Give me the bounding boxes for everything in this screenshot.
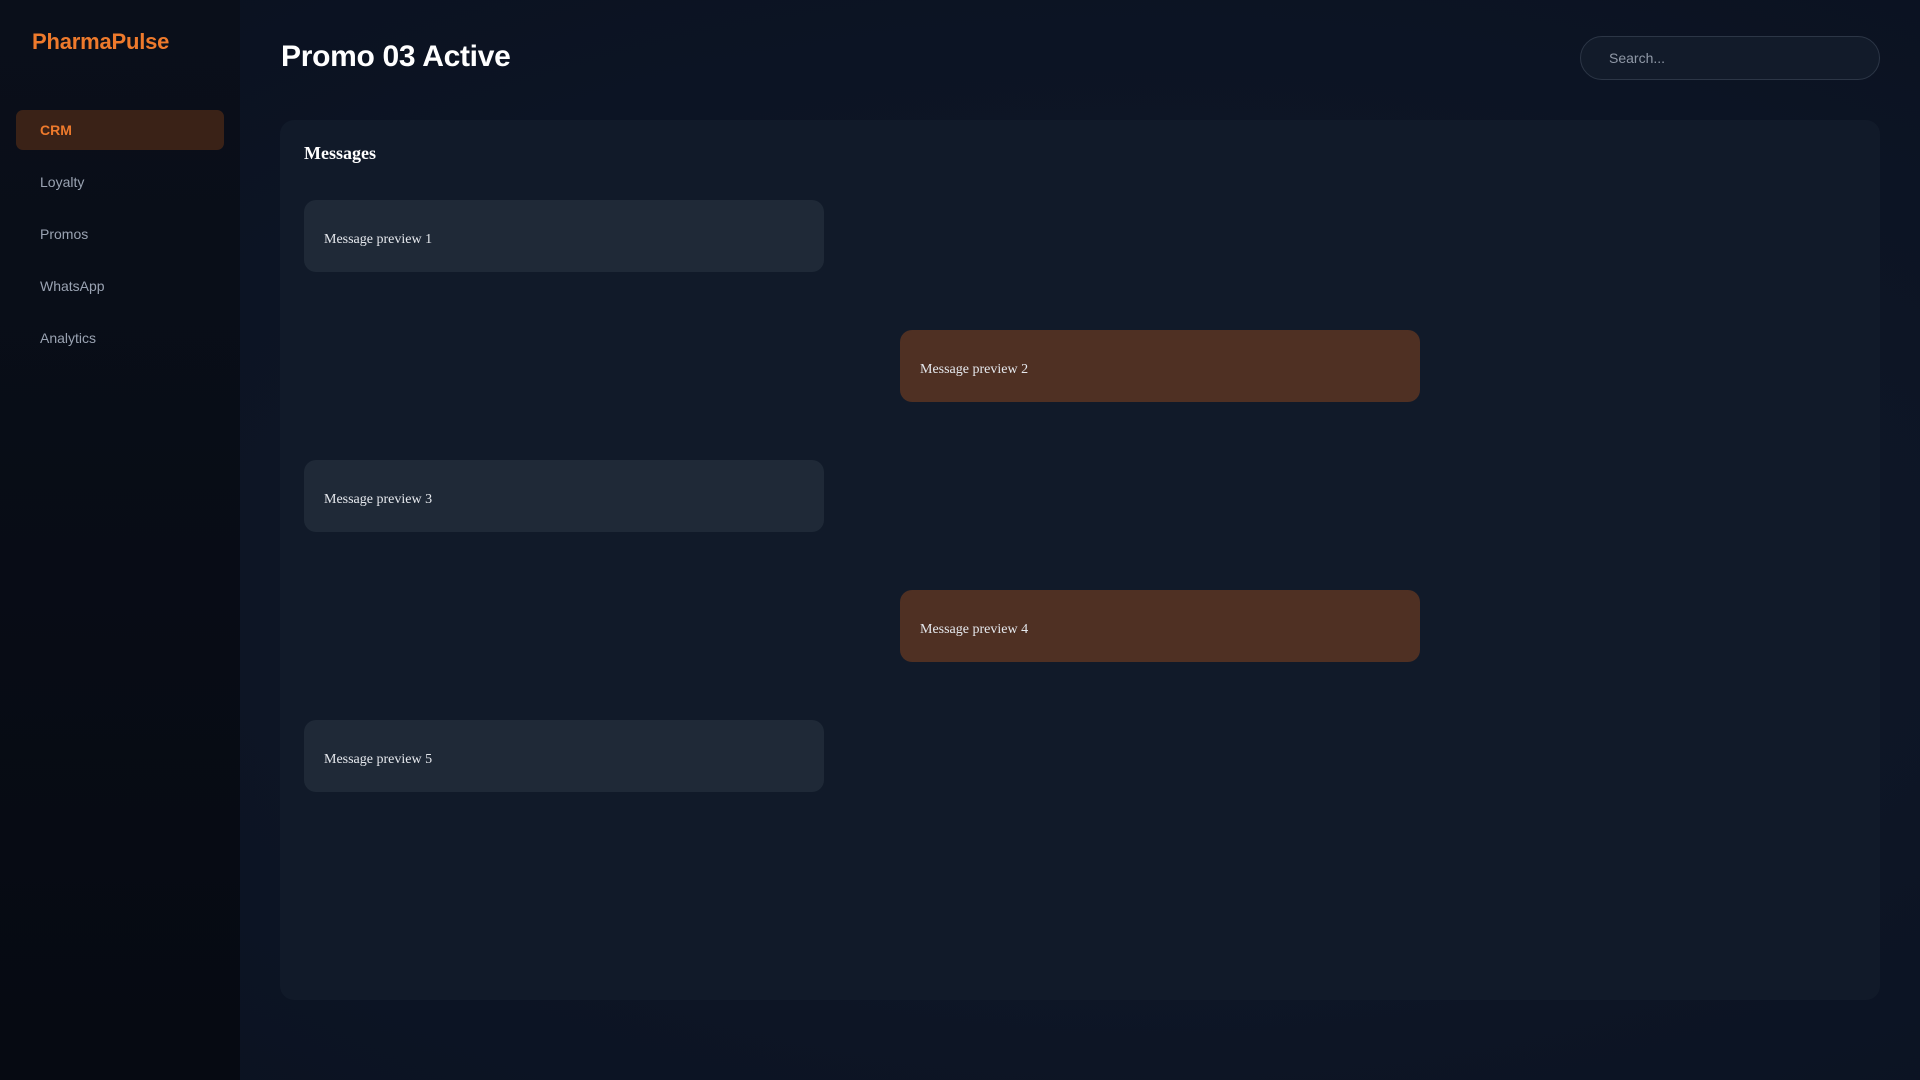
message-bubble-incoming[interactable]: Message preview 5	[304, 720, 824, 792]
messages-title: Messages	[304, 143, 376, 163]
sidebar-item-loyalty[interactable]: Loyalty	[16, 162, 224, 202]
sidebar-nav: CRM Loyalty Promos WhatsApp Analytics	[16, 110, 224, 370]
messages-panel: Messages Message preview 1 Message previ…	[280, 120, 1880, 1000]
sidebar-item-promos[interactable]: Promos	[16, 214, 224, 254]
sidebar-item-whatsapp[interactable]: WhatsApp	[16, 266, 224, 306]
message-bubble-incoming[interactable]: Message preview 3	[304, 460, 824, 532]
app-window: PharmaPulse CRM Loyalty Promos WhatsApp …	[0, 0, 1920, 1080]
search-input[interactable]	[1580, 36, 1880, 80]
sidebar: PharmaPulse CRM Loyalty Promos WhatsApp …	[0, 0, 240, 1080]
message-bubble-outgoing[interactable]: Message preview 2	[900, 330, 1420, 402]
sidebar-item-analytics[interactable]: Analytics	[16, 318, 224, 358]
message-bubble-outgoing[interactable]: Message preview 4	[900, 590, 1420, 662]
message-bubble-incoming[interactable]: Message preview 1	[304, 200, 824, 272]
brand-logo[interactable]: PharmaPulse	[32, 29, 169, 55]
page-title: Promo 03 Active	[281, 40, 511, 73]
sidebar-item-crm[interactable]: CRM	[16, 110, 224, 150]
